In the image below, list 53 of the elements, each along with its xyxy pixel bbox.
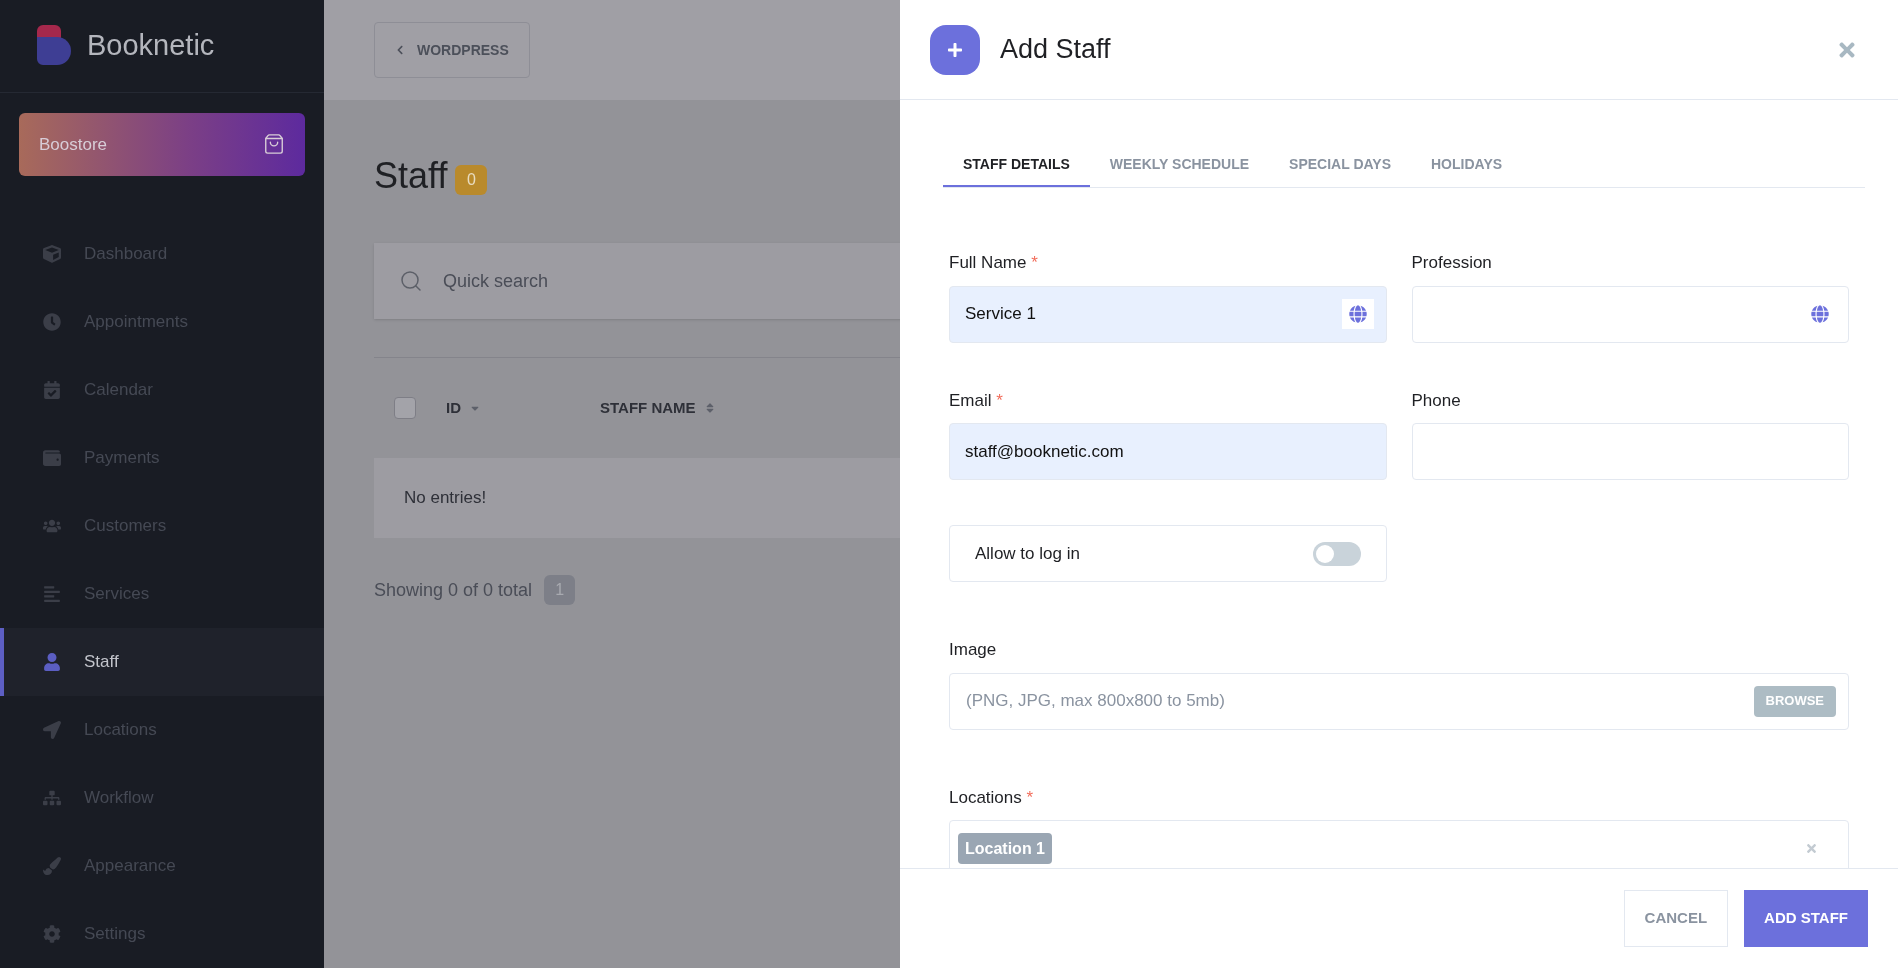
pagination-summary: Showing 0 of 0 total [374,578,533,602]
toggle-switch[interactable] [1312,541,1361,566]
search-icon [399,269,423,293]
add-icon [930,24,980,75]
file-field[interactable]: (PNG, JPG, max 800x800 to 5mb) BROWSE [949,672,1849,730]
page-title: Staff [374,154,448,198]
field-label: Phone [1411,389,1462,412]
calendar-icon [43,381,61,399]
count-badge: 0 [455,165,488,195]
panel-title: Add Staff [1000,33,1112,67]
tab[interactable]: STAFF DETAILS [943,143,1090,187]
location-tag[interactable]: Location 1 [958,833,1052,864]
sitemap-icon [43,789,61,807]
tab[interactable]: SPECIAL DAYS [1269,143,1411,187]
lines-icon [43,585,61,603]
field-label: Full Name * [949,252,1039,274]
arrow-icon [43,721,61,739]
users-icon [43,517,61,535]
back-button[interactable]: WORDPRESS [374,22,530,78]
tab[interactable]: HOLIDAYS [1411,143,1523,187]
column-header[interactable]: ID [446,396,600,420]
tags-field[interactable]: Location 1 [949,820,1849,868]
text-field[interactable] [1411,423,1849,480]
field-label: Profession [1411,252,1493,274]
text-field[interactable]: staff@booknetic.com [949,423,1387,480]
chevron-left-icon [395,45,405,55]
field-label: Locations * [949,786,1035,809]
nav-item[interactable]: Staff [0,628,324,696]
select-all-checkbox[interactable] [394,397,416,419]
user-icon [43,653,61,671]
brush-icon [43,857,61,875]
empty-message: No entries! [404,487,487,510]
browse-button[interactable]: BROWSE [1753,685,1836,717]
text-field[interactable] [1411,285,1849,343]
tab[interactable]: WEEKLY SCHEDULE [1089,143,1270,187]
brand-name: Booknetic [87,28,215,64]
logo-icon [37,24,71,67]
wallet-icon [43,449,61,467]
file-placeholder: (PNG, JPG, max 800x800 to 5mb) [966,690,1225,713]
boostore-button[interactable]: Boostore [19,112,305,176]
bag-icon [263,133,285,156]
clear-icon[interactable] [1805,842,1818,855]
cancel-button[interactable]: CANCEL [1623,890,1729,947]
toggle-label: Allow to log in [975,542,1080,565]
text-field[interactable]: Service 1 [949,285,1387,343]
column-header[interactable]: STAFF NAME [600,396,716,420]
add-staff-button[interactable]: ADD STAFF [1744,890,1868,947]
field-label: Image [949,639,998,661]
field-label: Email * [949,389,1004,412]
settings-icon [43,925,61,943]
search-input[interactable]: Quick search [443,267,900,295]
clock-icon [43,313,61,331]
cube-icon [43,245,61,263]
